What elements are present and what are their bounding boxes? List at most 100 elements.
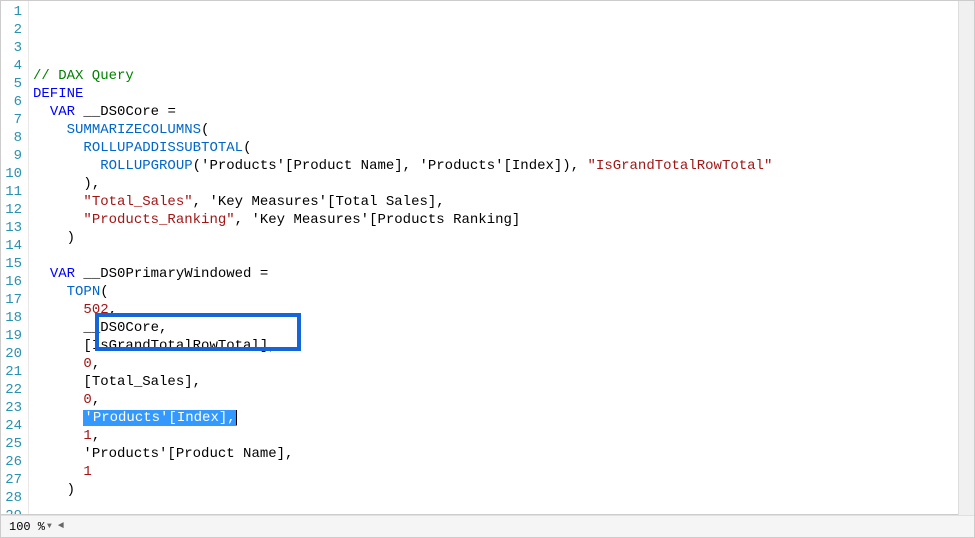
code-line[interactable]: 0, (33, 391, 970, 409)
code-token: "Products_Ranking" (83, 212, 234, 228)
status-bar: 100 % ▼ ◄ (1, 515, 974, 537)
code-line[interactable]: TOPN( (33, 283, 970, 301)
line-number: 24 (3, 417, 22, 435)
code-token: , (92, 356, 100, 372)
code-token: ROLLUPADDISSUBTOTAL (83, 140, 243, 156)
code-editor[interactable]: 1234567891011121314151617181920212223242… (1, 1, 974, 515)
line-number: 1 (3, 3, 22, 21)
code-line[interactable]: SUMMARIZECOLUMNS( (33, 121, 970, 139)
code-line[interactable]: VAR __DS0Core = (33, 103, 970, 121)
code-token: = (260, 266, 268, 282)
line-number: 4 (3, 57, 22, 75)
code-line[interactable]: 'Products'[Product Name], (33, 445, 970, 463)
code-token: VAR (50, 104, 75, 120)
line-number: 12 (3, 201, 22, 219)
code-line[interactable]: 'Products'[Index], (33, 409, 970, 427)
code-token: [Total_Sales], (83, 374, 201, 390)
code-token: 1 (83, 428, 91, 444)
code-token: 0 (83, 356, 91, 372)
code-line[interactable]: 502, (33, 301, 970, 319)
code-token: , 'Key Measures'[Total Sales], (193, 194, 445, 210)
scroll-left-icon[interactable]: ◄ (58, 521, 64, 532)
code-token: "IsGrandTotalRowTotal" (588, 158, 773, 174)
code-token: __DS0Core, (83, 320, 167, 336)
code-token: 0 (83, 392, 91, 408)
code-token: 1 (83, 464, 91, 480)
code-token: 502 (83, 302, 108, 318)
line-number: 2 (3, 21, 22, 39)
zoom-value: 100 % (9, 520, 45, 534)
line-number: 6 (3, 93, 22, 111)
text-cursor (236, 410, 237, 425)
code-token: = (167, 104, 175, 120)
dropdown-icon[interactable]: ▼ (47, 522, 52, 531)
line-number: 25 (3, 435, 22, 453)
code-line[interactable]: [IsGrandTotalRowTotal], (33, 337, 970, 355)
code-token: ) (67, 482, 75, 498)
code-token: 'Products'[Product Name], (83, 446, 293, 462)
selected-text: 'Products'[Index], (83, 410, 236, 426)
code-token: , 'Key Measures'[Products Ranking] (235, 212, 521, 228)
line-number: 5 (3, 75, 22, 93)
code-line[interactable]: 1 (33, 463, 970, 481)
code-line[interactable]: 1, (33, 427, 970, 445)
code-line[interactable]: ROLLUPGROUP('Products'[Product Name], 'P… (33, 157, 970, 175)
line-number: 27 (3, 471, 22, 489)
code-line[interactable]: __DS0Core, (33, 319, 970, 337)
code-area[interactable]: // DAX Query DEFINE VAR __DS0Core = SUMMA… (29, 1, 974, 514)
code-token: DEFINE (33, 86, 83, 102)
line-number: 22 (3, 381, 22, 399)
code-token: , (109, 302, 117, 318)
code-token: ('Products'[Product Name], 'Products'[In… (193, 158, 588, 174)
code-token: ( (243, 140, 251, 156)
code-line[interactable] (33, 247, 970, 265)
code-line[interactable]: ), (33, 175, 970, 193)
code-token: // DAX Query (33, 68, 134, 84)
code-token: , (92, 428, 100, 444)
code-line[interactable]: [Total_Sales], (33, 373, 970, 391)
line-number: 8 (3, 129, 22, 147)
code-token: ) (67, 230, 75, 246)
line-number: 28 (3, 489, 22, 507)
code-token: SUMMARIZECOLUMNS (67, 122, 201, 138)
code-token: ( (100, 284, 108, 300)
line-number: 23 (3, 399, 22, 417)
vertical-scrollbar[interactable] (958, 1, 974, 515)
code-line[interactable]: VAR __DS0PrimaryWindowed = (33, 265, 970, 283)
code-line[interactable]: ) (33, 229, 970, 247)
code-line[interactable]: ) (33, 481, 970, 499)
line-number: 21 (3, 363, 22, 381)
code-line[interactable]: DEFINE (33, 85, 970, 103)
line-number: 26 (3, 453, 22, 471)
zoom-control[interactable]: 100 % ▼ (9, 520, 52, 534)
line-number-gutter: 1234567891011121314151617181920212223242… (1, 1, 29, 514)
line-number: 13 (3, 219, 22, 237)
code-token: TOPN (67, 284, 101, 300)
code-line[interactable]: // DAX Query (33, 67, 970, 85)
code-token: __DS0Core (75, 104, 167, 120)
line-number: 14 (3, 237, 22, 255)
code-line[interactable]: 0, (33, 355, 970, 373)
line-number: 16 (3, 273, 22, 291)
line-number: 7 (3, 111, 22, 129)
code-token: , (92, 392, 100, 408)
code-line[interactable]: "Products_Ranking", 'Key Measures'[Produ… (33, 211, 970, 229)
code-line[interactable]: ROLLUPADDISSUBTOTAL( (33, 139, 970, 157)
line-number: 11 (3, 183, 22, 201)
line-number: 29 (3, 507, 22, 515)
code-token: "Total_Sales" (83, 194, 192, 210)
code-token: ), (83, 176, 100, 192)
code-token: ( (201, 122, 209, 138)
line-number: 20 (3, 345, 22, 363)
code-token: __DS0PrimaryWindowed (75, 266, 260, 282)
line-number: 18 (3, 309, 22, 327)
line-number: 17 (3, 291, 22, 309)
line-number: 10 (3, 165, 22, 183)
code-token: VAR (50, 266, 75, 282)
line-number: 3 (3, 39, 22, 57)
code-line[interactable]: "Total_Sales", 'Key Measures'[Total Sale… (33, 193, 970, 211)
code-line[interactable] (33, 499, 970, 515)
line-number: 9 (3, 147, 22, 165)
line-number: 15 (3, 255, 22, 273)
code-token: [IsGrandTotalRowTotal], (83, 338, 276, 354)
